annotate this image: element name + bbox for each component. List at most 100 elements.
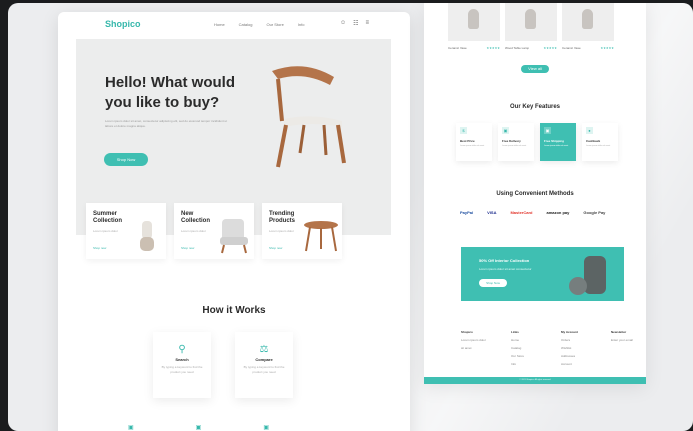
box-icon: ▣	[544, 127, 551, 134]
collection-card-new[interactable]: New Collection Lorem ipsum dolor Shop no…	[174, 203, 254, 259]
product-names: Ceramic Vase ★★★★★ Wood Table Lamp ★★★★★ C…	[448, 46, 614, 50]
banner-text: Lorem ipsum dolor sit amet consectetur	[479, 267, 532, 271]
box-icon: ▣	[195, 425, 202, 431]
hero-subtitle: Lorem ipsum dolor sit amet, consectetur …	[105, 119, 228, 128]
product-name-text: Ceramic Vase	[448, 46, 467, 50]
footer-columns: Shopico Lorem ipsum dolor sit amet Links Ho…	[461, 330, 641, 370]
collection-cards: Summer Collection Lorem ipsum dolor Shop…	[86, 203, 342, 259]
bottom-icons: ▣ ▣ ▣	[128, 424, 269, 431]
nav-link-home[interactable]: Home	[214, 22, 225, 27]
footer-link[interactable]: Orders	[561, 338, 591, 342]
shop-now-button[interactable]: Shop Now	[104, 153, 148, 166]
nav-link-info[interactable]: Info	[298, 22, 305, 27]
step-text: By typing a keyword to find the product …	[161, 365, 203, 374]
feature-text: Lorem ipsum dolor sit amet	[502, 145, 527, 147]
footer-link[interactable]: Info	[511, 362, 541, 366]
collection-card-trending[interactable]: Trending Products Lorem ipsum dolor Shop…	[262, 203, 342, 259]
nav-icons: ☺ ☷ ≡	[340, 20, 369, 27]
banner-button[interactable]: Shop Now	[479, 279, 507, 287]
feature-card: ▣ Free Delivery Lorem ipsum dolor sit amet	[498, 123, 534, 161]
nav-links: Home Catalog Our Store Info	[214, 22, 304, 27]
footer-col: Links Home Catalog Our Store Info	[511, 330, 541, 370]
feature-title: Best Price	[460, 139, 475, 143]
feature-title: Cashback	[586, 139, 601, 143]
gift-icon: ▣	[263, 425, 270, 431]
footer-bar: © 2021 Shopico. All rights reserved	[424, 377, 646, 384]
menu-icon[interactable]: ≡	[366, 20, 370, 27]
truck-icon: ▣	[128, 425, 134, 431]
nav-link-store[interactable]: Our Store	[266, 22, 283, 27]
mastercard-logo: MasterCard	[510, 210, 533, 215]
product-image	[584, 256, 606, 294]
collection-link[interactable]: Shop now	[93, 246, 106, 250]
step-card-compare: ⚖ Compare By typing a keyword to find th…	[235, 332, 293, 398]
footer-heading: My Account	[561, 330, 578, 334]
feature-card: $ Best Price Lorem ipsum dolor sit amet	[456, 123, 492, 161]
feature-card: ● Cashback Lorem ipsum dolor sit amet	[582, 123, 618, 161]
footer-link[interactable]: Catalog	[511, 346, 541, 350]
banner-title: 50% Off Interior Collection	[479, 258, 530, 263]
feature-text: Lorem ipsum dolor sit amet	[460, 145, 485, 147]
collection-title: Summer Collection	[93, 211, 123, 224]
product-name[interactable]: Ceramic Vase ★★★★★	[448, 46, 500, 50]
product-name[interactable]: Wood Table Lamp ★★★★★	[505, 46, 557, 50]
collection-link[interactable]: Shop now	[269, 246, 282, 250]
amazonpay-logo: amazon pay	[546, 210, 570, 215]
footer-text: Lorem ipsum dolor	[461, 338, 486, 342]
product-name[interactable]: Ceramic Vase ★★★★★	[562, 46, 614, 50]
cart-icon[interactable]: ☷	[353, 20, 358, 27]
chair-image	[272, 66, 346, 168]
tag-icon: $	[460, 127, 467, 134]
promo-banner: 50% Off Interior Collection Lorem ipsum …	[461, 247, 624, 301]
feature-text: Lorem ipsum dolor sit amet	[544, 145, 569, 147]
footer-col: My Account Orders Wishlist Addresses Account	[561, 330, 591, 370]
product-name-text: Wood Table Lamp	[505, 46, 530, 50]
footer-link[interactable]: Home	[511, 338, 541, 342]
footer-link[interactable]: Account	[561, 362, 591, 366]
footer-link[interactable]: Addresses	[561, 354, 591, 358]
feature-title: Free Delivery	[502, 139, 521, 143]
vase-image	[140, 221, 154, 251]
footer-col: Shopico Lorem ipsum dolor sit amet	[461, 330, 491, 370]
step-card-search: ⚲ Search By typing a keyword to find the…	[153, 332, 211, 398]
collection-link[interactable]: Shop now	[181, 246, 194, 250]
footer-link[interactable]: Our Store	[511, 354, 541, 358]
nav-link-catalog[interactable]: Catalog	[239, 22, 253, 27]
feature-title: Free Shipping	[544, 139, 565, 143]
search-icon: ⚲	[178, 344, 186, 355]
footer-text: sit amet	[461, 346, 472, 350]
view-all-button[interactable]: View all	[521, 65, 549, 73]
payments-title: Using Convenient Methods	[496, 191, 574, 197]
catalog-page-mockup: Ceramic Vase ★★★★★ Wood Table Lamp ★★★★★ C…	[424, 3, 646, 384]
footer-heading: Newsletter	[611, 330, 627, 334]
rating-stars: ★★★★★	[543, 46, 557, 50]
footer-heading: Shopico	[461, 330, 473, 334]
product-image[interactable]	[448, 3, 500, 41]
footer-link[interactable]: Wishlist	[561, 346, 591, 350]
compare-icon: ⚖	[259, 344, 269, 355]
visa-logo: VISA	[487, 210, 497, 215]
product-name-text: Ceramic Vase	[562, 46, 581, 50]
footer-heading: Links	[511, 330, 519, 334]
rating-stars: ★★★★★	[600, 46, 614, 50]
footer-col: Newsletter Enter your email	[611, 330, 641, 370]
product-image[interactable]	[562, 3, 614, 41]
armchair-image	[220, 219, 248, 254]
feature-card-active: ▣ Free Shipping Lorem ipsum dolor sit amet	[540, 123, 576, 161]
top-nav: Shopico Home Catalog Our Store Info ☺ ☷ …	[58, 12, 410, 38]
collection-title: New Collection	[181, 211, 211, 224]
features-title: Our Key Features	[509, 104, 561, 110]
how-it-works-steps: ⚲ Search By typing a keyword to find the…	[153, 332, 293, 398]
collection-desc: Lorem ipsum dolor	[93, 229, 118, 233]
newsletter-input[interactable]: Enter your email	[611, 338, 641, 342]
step-name: Compare	[255, 357, 273, 362]
user-icon[interactable]: ☺	[340, 20, 346, 27]
cashback-icon: ●	[586, 127, 593, 134]
rating-stars: ★★★★★	[486, 46, 500, 50]
step-name: Search	[175, 357, 189, 362]
homepage-mockup: Shopico Home Catalog Our Store Info ☺ ☷ …	[58, 12, 410, 431]
truck-icon: ▣	[502, 127, 509, 134]
product-image[interactable]	[505, 3, 557, 41]
collection-card-summer[interactable]: Summer Collection Lorem ipsum dolor Shop…	[86, 203, 166, 259]
logo[interactable]: Shopico	[105, 19, 141, 29]
